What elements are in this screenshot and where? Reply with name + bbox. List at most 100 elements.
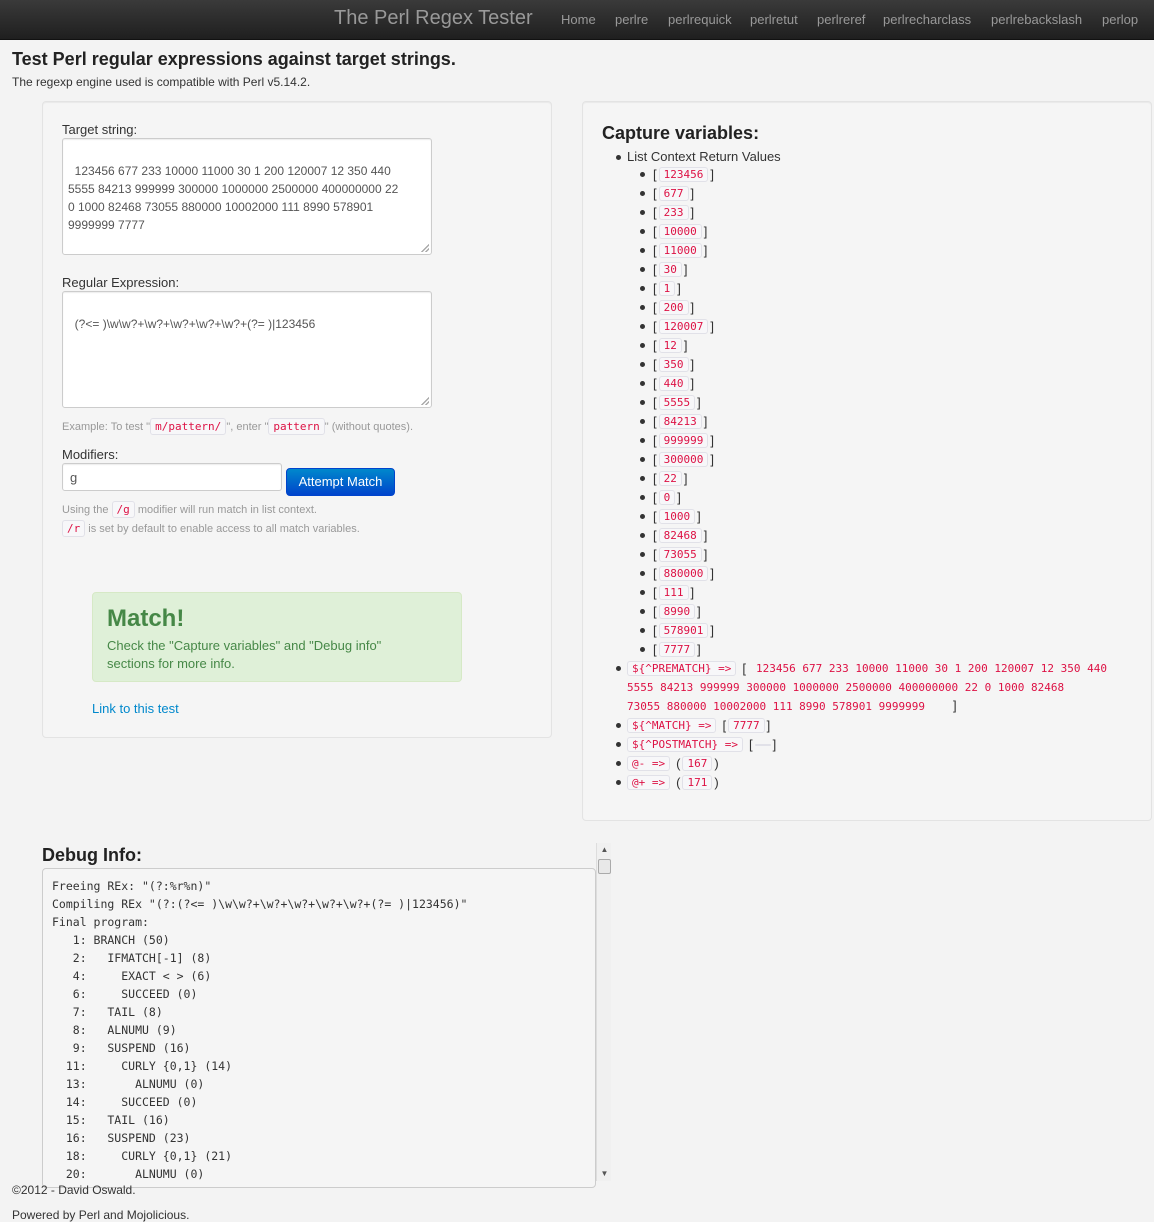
- bullet-icon: [640, 286, 645, 291]
- scroll-thumb[interactable]: [598, 859, 611, 874]
- nav-item-perlrecharclass[interactable]: perlrecharclass: [883, 12, 971, 27]
- resize-grip-icon[interactable]: [421, 244, 429, 252]
- capture-value: 1: [658, 281, 676, 296]
- nav-item-perlrequick[interactable]: perlrequick: [668, 12, 732, 27]
- capture-value: 120007: [658, 319, 709, 334]
- example-help: Example: To test " m/pattern/", enter " pa…: [62, 418, 414, 435]
- bullet-icon: [640, 419, 645, 424]
- capture-value: 1000: [658, 509, 696, 524]
- bullet-icon: [616, 761, 621, 766]
- debug-scrollbar[interactable]: ▲ ▼: [596, 843, 611, 1181]
- capture-value: 11000: [658, 243, 702, 258]
- bullet-icon: [640, 362, 645, 367]
- list-item: [200]: [653, 300, 695, 315]
- bullet-icon: [640, 476, 645, 481]
- list-item: [30]: [653, 262, 688, 277]
- close-bracket: ]: [953, 698, 957, 713]
- match-start-row: @- => ( 167 ): [627, 754, 721, 773]
- bullet-icon: [640, 267, 645, 272]
- scroll-up-icon[interactable]: ▲: [597, 843, 612, 857]
- r-modifier-code: /r: [62, 520, 86, 537]
- nav-item-perlretut[interactable]: perlretut: [750, 12, 798, 27]
- list-item: [677]: [653, 186, 695, 201]
- match-alert-title: Match!: [107, 605, 185, 632]
- bullet-icon: [640, 590, 645, 595]
- example-code-pattern-full: m/pattern/: [150, 418, 227, 435]
- example-code-pattern: pattern: [268, 418, 325, 435]
- list-context-label: List Context Return Values: [627, 149, 781, 164]
- match-value: 7777: [728, 718, 765, 733]
- list-item: [120007]: [653, 319, 714, 334]
- resize-grip-icon[interactable]: [421, 397, 429, 405]
- nav-item-perlrebackslash[interactable]: perlrebackslash: [991, 12, 1082, 27]
- bullet-icon: [616, 780, 621, 785]
- match-alert-text: Check the "Capture variables" and "Debug…: [107, 638, 382, 671]
- g-modifier-help: Using the /g modifier will run match in …: [62, 501, 317, 518]
- match-end-row: @+ => ( 171 ): [627, 773, 721, 792]
- list-item: [5555]: [653, 395, 701, 410]
- brand-link[interactable]: The Perl Regex Tester: [334, 7, 533, 30]
- list-item: [300000]: [653, 452, 714, 467]
- prematch-value: 123456 677 233 10000 11000 30 1 200 1200…: [627, 662, 1107, 713]
- regex-textarea[interactable]: (?<= )\w\w?+\w?+\w?+\w?+\w?+(?= )|123456: [62, 291, 432, 408]
- debug-info-output: Freeing REx: "(?:%r%n)" Compiling REx "(…: [42, 868, 596, 1188]
- footer-copyright: ©2012 - David Oswald.: [12, 1183, 136, 1197]
- capture-value: 82468: [658, 528, 702, 543]
- bullet-icon: [640, 343, 645, 348]
- capture-value: 200: [658, 300, 689, 315]
- bullet-icon: [616, 723, 621, 728]
- capture-value: 999999: [658, 433, 709, 448]
- bullet-icon: [640, 457, 645, 462]
- list-item: [999999]: [653, 433, 714, 448]
- nav-item-perlre[interactable]: perlre: [615, 12, 648, 27]
- footer-powered: Powered by Perl and Mojolicious.: [12, 1208, 190, 1222]
- list-item: [123456]: [653, 167, 714, 182]
- match-start-value: 167: [682, 756, 713, 771]
- match-label: ${^MATCH} =>: [627, 718, 717, 733]
- target-string-label: Target string:: [62, 122, 138, 137]
- capture-value: 111: [658, 585, 689, 600]
- attempt-match-button[interactable]: Attempt Match: [286, 468, 395, 496]
- capture-value: 30: [658, 262, 682, 277]
- scroll-down-icon[interactable]: ▼: [597, 1167, 612, 1181]
- list-item: [73055]: [653, 547, 708, 562]
- bullet-icon: [616, 155, 621, 160]
- bullet-icon: [616, 666, 621, 671]
- match-end-value: 171: [682, 775, 713, 790]
- postmatch-label: ${^POSTMATCH} =>: [627, 737, 743, 752]
- capture-value: 22: [658, 471, 682, 486]
- list-item: [1000]: [653, 509, 701, 524]
- postmatch-row: ${^POSTMATCH} => [ ]: [627, 735, 778, 754]
- list-item: [10000]: [653, 224, 708, 239]
- bullet-icon: [640, 210, 645, 215]
- bullet-icon: [640, 229, 645, 234]
- capture-value: 5555: [658, 395, 696, 410]
- list-item: [880000]: [653, 566, 714, 581]
- nav-item-perlop[interactable]: perlop: [1102, 12, 1138, 27]
- bullet-icon: [640, 609, 645, 614]
- target-string-textarea[interactable]: 123456 677 233 10000 11000 30 1 200 1200…: [62, 138, 432, 255]
- list-item: [22]: [653, 471, 688, 486]
- bullet-icon: [640, 533, 645, 538]
- list-item: [84213]: [653, 414, 708, 429]
- page-subtitle: The regexp engine used is compatible wit…: [12, 75, 311, 89]
- bullet-icon: [640, 552, 645, 557]
- match-start-label: @- =>: [627, 756, 671, 771]
- list-item: [350]: [653, 357, 695, 372]
- list-item: [7777]: [653, 642, 701, 657]
- bullet-icon: [640, 514, 645, 519]
- target-string-value: 123456 677 233 10000 11000 30 1 200 1200…: [68, 164, 399, 232]
- bullet-icon: [640, 495, 645, 500]
- capture-value: 8990: [658, 604, 696, 619]
- modifiers-input[interactable]: g: [62, 463, 282, 491]
- capture-value: 123456: [658, 167, 709, 182]
- nav-item-perlreref[interactable]: perlreref: [817, 12, 865, 27]
- bullet-icon: [616, 742, 621, 747]
- capture-value: 84213: [658, 414, 702, 429]
- link-to-this-test[interactable]: Link to this test: [92, 701, 179, 716]
- list-item: [111]: [653, 585, 695, 600]
- bullet-icon: [640, 191, 645, 196]
- nav-item-home[interactable]: Home: [561, 12, 596, 27]
- bullet-icon: [640, 172, 645, 177]
- capture-value: 233: [658, 205, 689, 220]
